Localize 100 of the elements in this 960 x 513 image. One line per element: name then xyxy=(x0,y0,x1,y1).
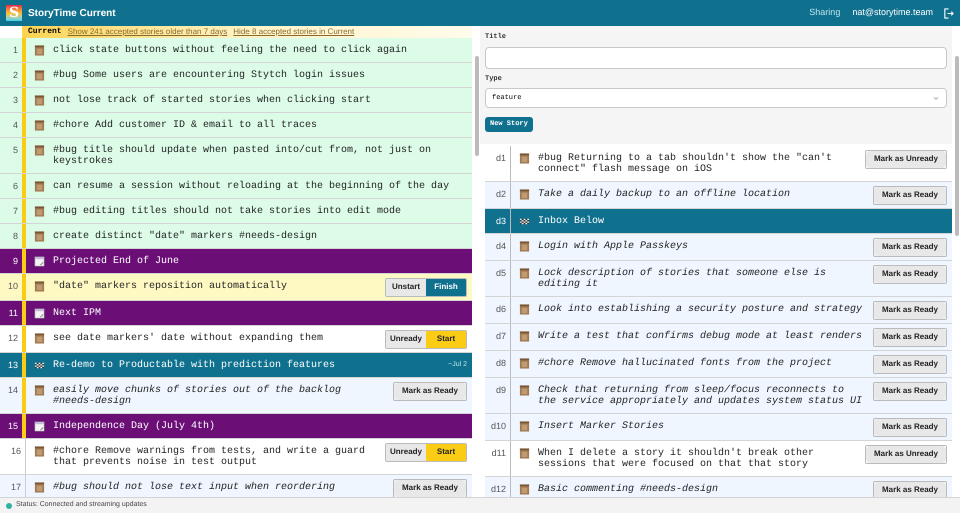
scrollbar[interactable] xyxy=(955,56,959,236)
story-row[interactable]: 4 #chore Add customer ID & email to all traces xyxy=(0,113,472,138)
story-row[interactable]: 12 see date markers' date without expanding them Unready Start xyxy=(0,326,472,353)
calendar-icon xyxy=(34,256,45,266)
story-row[interactable]: d7 Write a test that confirms debug mode at least renders Mark as Ready xyxy=(485,324,952,351)
story-title: easily move chunks of stories out of the backlog #needs-design xyxy=(53,384,342,406)
story-row[interactable]: d2 Take a daily backup to an offline location Mark as Ready xyxy=(485,182,952,209)
story-row[interactable]: 14 easily move chunks of stories out of the backlog #needs-design Mark as Ready xyxy=(0,378,472,414)
story-title: Login with Apple Passkeys xyxy=(538,240,690,252)
mark-button[interactable]: Mark as Ready xyxy=(394,382,466,400)
story-title: #chore Add customer ID & email to all traces xyxy=(53,120,318,130)
row-number: d11 xyxy=(492,448,506,460)
mark-button[interactable]: Mark as Ready xyxy=(394,480,466,496)
scroll-icon xyxy=(34,70,45,80)
story-title: click state buttons without feeling the need to click again xyxy=(53,44,408,56)
mark-button[interactable]: Mark as Unready xyxy=(866,150,946,168)
banner-link[interactable]: Hide 8 accepted stories in Current xyxy=(233,26,354,38)
logout-icon[interactable] xyxy=(943,8,954,18)
story-row[interactable]: d10 Insert Marker Stories Mark as Ready xyxy=(485,414,952,441)
row-number: d2 xyxy=(496,188,506,200)
story-row[interactable]: 3 not lose track of started stories when clicking start xyxy=(0,88,472,113)
story-title: Check that returning from sleep/focus reconnects to the service appropriately and updates system status UI xyxy=(538,384,864,406)
calendar-icon xyxy=(34,420,45,432)
story-row[interactable]: d11 When I delete a story it shouldn't break other sessions that were focused on that that story Mark as Unready xyxy=(485,441,952,477)
scroll-icon xyxy=(519,188,530,200)
mark-button[interactable]: Mark as Ready xyxy=(874,266,946,282)
state-button[interactable]: Finish xyxy=(426,278,466,296)
story-title: Re-demo to Productable with prediction features xyxy=(53,360,336,370)
mark-button[interactable]: Mark as Ready xyxy=(874,418,946,436)
row-number: 5 xyxy=(12,144,18,156)
mark-button[interactable]: Mark as Ready xyxy=(874,482,946,497)
state-button[interactable]: Unstart xyxy=(386,278,426,296)
story-title: Write a test that confirms debug mode at least renders xyxy=(538,330,864,342)
row-number: d4 xyxy=(496,240,506,252)
mark-button[interactable]: Mark as Ready xyxy=(874,356,946,372)
story-row[interactable]: 16 #chore Remove warnings from tests, and write a guard that prevents noise in test output Unready Start xyxy=(0,439,472,475)
banner-link[interactable]: Show 241 accepted stories older than 7 days xyxy=(68,26,228,38)
story-row[interactable]: d4 Login with Apple Passkeys Mark as Ready xyxy=(485,234,952,261)
scroll-icon xyxy=(519,268,530,278)
row-number: d7 xyxy=(496,330,506,342)
row-number: d1 xyxy=(496,152,506,164)
row-number: d6 xyxy=(496,304,506,316)
state-button[interactable]: Start xyxy=(426,330,466,348)
scrollbar[interactable] xyxy=(475,56,479,156)
marker-row[interactable]: 15 Independence Day (July 4th) xyxy=(0,414,472,439)
scroll-icon xyxy=(34,446,45,456)
story-row[interactable]: 17 #bug should not lose text input when reordering Mark as Ready xyxy=(0,475,472,497)
app-title: StoryTime Current xyxy=(28,6,116,20)
story-title: Next IPM xyxy=(53,308,102,318)
row-number: 6 xyxy=(12,180,18,192)
story-row[interactable]: 7 #bug editing titles should not take stories into edit mode xyxy=(0,199,472,224)
mark-button[interactable]: Mark as Ready xyxy=(874,382,946,400)
row-number: d10 xyxy=(490,420,506,432)
scroll-icon xyxy=(519,152,530,164)
story-row[interactable]: 10 "date" markers reposition automatically Unstart Finish xyxy=(0,274,472,301)
story-row[interactable]: d1 #bug Returning to a tab shouldn't show the "can't connect" flash message on iOS Mark as Unready xyxy=(485,146,952,182)
mark-button[interactable]: Mark as Ready xyxy=(874,302,946,318)
scroll-icon xyxy=(519,384,530,396)
calendar-icon xyxy=(34,308,45,318)
story-row[interactable]: d5 Lock description of stories that someone else is editing it Mark as Ready xyxy=(485,261,952,297)
story-title: Basic commenting #needs-design xyxy=(538,484,720,494)
scroll-icon xyxy=(34,384,45,396)
story-title: create distinct "date" markers #needs-design xyxy=(53,230,318,242)
scroll-icon xyxy=(34,332,45,344)
mark-button[interactable]: Mark as Ready xyxy=(874,328,946,346)
state-button[interactable]: Unready xyxy=(386,444,426,460)
story-row[interactable]: 1 click state buttons without feeling the need to click again xyxy=(0,38,472,63)
scroll-icon xyxy=(34,44,45,56)
row-number: 16 xyxy=(10,446,21,458)
scroll-icon xyxy=(34,482,45,492)
story-row[interactable]: 5 #bug title should update when pasted into/cut from, not just on keystrokes xyxy=(0,138,472,174)
story-title: see date markers' date without expanding them xyxy=(53,332,324,344)
mark-button[interactable]: Mark as Ready xyxy=(874,238,946,256)
story-row[interactable]: d12 Basic commenting #needs-design Mark as Ready xyxy=(485,477,952,497)
story-row[interactable]: 8 create distinct "date" markers #needs-design xyxy=(0,224,472,249)
story-row[interactable]: d6 Look into establishing a security posture and strategy Mark as Ready xyxy=(485,297,952,324)
story-title: "date" markers reposition automatically xyxy=(53,280,288,292)
scroll-icon xyxy=(34,120,45,130)
scroll-icon xyxy=(519,330,530,342)
title-input[interactable] xyxy=(485,46,947,68)
story-row[interactable]: d8 #chore Remove hallucinated fonts from the project Mark as Ready xyxy=(485,351,952,378)
mark-button[interactable]: Mark as Unready xyxy=(866,446,946,462)
row-number: d3 xyxy=(496,216,506,228)
mark-button[interactable]: Mark as Ready xyxy=(874,186,946,204)
scroll-icon xyxy=(34,206,45,216)
story-row[interactable]: d9 Check that returning from sleep/focus reconnects to the service appropriately and updates system status UI Mark as Ready xyxy=(485,378,952,414)
milestone-row[interactable]: d3 Inbox Below xyxy=(485,209,952,234)
story-title: Look into establishing a security posture and strategy xyxy=(538,304,864,314)
state-button[interactable]: Start xyxy=(426,444,466,460)
story-title: #chore Remove hallucinated fonts from the project xyxy=(538,358,834,368)
row-number: 7 xyxy=(12,206,18,218)
story-title: #chore Remove warnings from tests, and write a guard that prevents noise in test output xyxy=(53,446,366,468)
row-number: d12 xyxy=(490,484,506,496)
story-row[interactable]: 2 #bug Some users are encountering Stytch login issues xyxy=(0,63,472,88)
sharing-link[interactable]: Sharing xyxy=(809,6,840,20)
marker-row[interactable]: 9 Projected End of June xyxy=(0,249,472,274)
state-button[interactable]: Unready xyxy=(386,330,426,348)
row-number: 3 xyxy=(12,94,18,106)
marker-row[interactable]: 11 Next IPM xyxy=(0,301,472,326)
story-row[interactable]: 6 can resume a session without reloading at the beginning of the day xyxy=(0,174,472,199)
